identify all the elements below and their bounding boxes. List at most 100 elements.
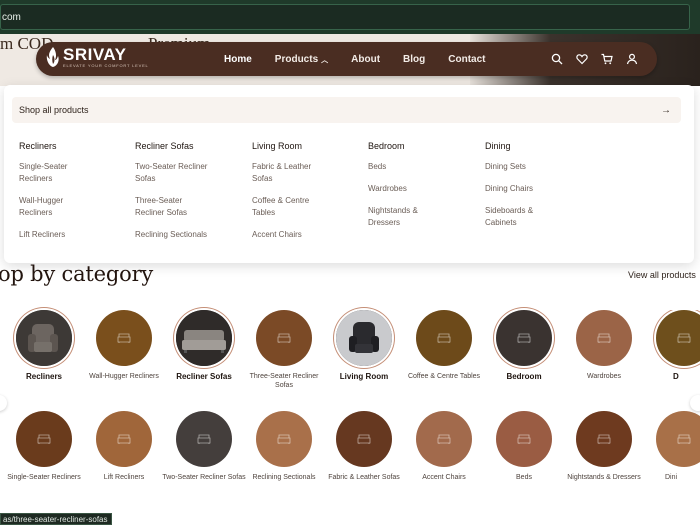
category-card[interactable]: Accent Chairs (402, 411, 486, 482)
sofa-placeholder-icon (277, 434, 291, 444)
nav-products[interactable]: Products ︿ (275, 54, 328, 65)
category-card[interactable]: Dini (642, 411, 700, 482)
category-label: Single-Seater Recliners (7, 474, 81, 481)
menu-heading[interactable]: Dining (485, 141, 595, 151)
menu-heading[interactable]: Recliners (19, 141, 129, 151)
category-label: D (673, 372, 679, 381)
category-image (176, 411, 232, 467)
shop-all-products-link[interactable]: Shop all products → (12, 97, 681, 123)
nav-icons (539, 42, 639, 76)
menu-heading[interactable]: Living Room (252, 141, 362, 151)
menu-item[interactable]: Fabric & Leather Sofas (252, 161, 327, 185)
category-card[interactable]: D (642, 310, 700, 381)
menu-item[interactable]: Dining Sets (485, 161, 595, 173)
heart-icon[interactable] (575, 52, 589, 66)
sofa-placeholder-icon (357, 434, 371, 444)
category-card[interactable]: Bedroom (482, 310, 566, 381)
menu-item[interactable]: Nightstands & Dressers (368, 205, 430, 229)
menu-item[interactable]: Sideboards & Cabinets (485, 205, 547, 229)
category-label: Accent Chairs (422, 474, 466, 481)
sofa-placeholder-icon (117, 333, 131, 343)
category-image (96, 411, 152, 467)
category-card[interactable]: Fabric & Leather Sofas (322, 411, 406, 482)
sofa-placeholder-icon (677, 434, 691, 444)
category-card[interactable]: Three-Seater Recliner Sofas (242, 310, 326, 390)
menu-column-bedroom: Bedroom Beds Wardrobes Nightstands & Dre… (368, 141, 478, 239)
nav-about[interactable]: About (351, 54, 380, 65)
category-label: Bedroom (506, 372, 542, 381)
menu-item[interactable]: Single-Seater Recliners (19, 161, 89, 185)
menu-item[interactable]: Coffee & Centre Tables (252, 195, 327, 219)
category-label: Living Room (339, 372, 389, 381)
sofa-placeholder-icon (437, 434, 451, 444)
category-image (576, 310, 632, 366)
search-icon[interactable] (550, 52, 564, 66)
category-card[interactable]: Single-Seater Recliners (2, 411, 86, 482)
category-image (656, 310, 700, 366)
sofa-placeholder-icon (677, 333, 691, 343)
category-label: Coffee & Centre Tables (407, 373, 481, 380)
category-label: Recliners (25, 372, 63, 381)
recliner-photo (16, 310, 72, 366)
category-label: Wardrobes (587, 373, 621, 380)
sofa-placeholder-icon (517, 333, 531, 343)
menu-item[interactable]: Two-Seater Recliner Sofas (135, 161, 220, 185)
category-card[interactable]: Beds (482, 411, 566, 482)
user-icon[interactable] (625, 52, 639, 66)
sofa-placeholder-icon (597, 434, 611, 444)
nav-home[interactable]: Home (224, 54, 252, 65)
category-image (16, 411, 72, 467)
brand-logo[interactable]: SRIVAY ELEVATE YOUR COMFORT LEVEL (46, 46, 149, 68)
menu-item[interactable]: Wardrobes (368, 183, 478, 195)
menu-heading[interactable]: Recliner Sofas (135, 141, 245, 151)
category-card[interactable]: Recliners (2, 310, 86, 381)
nav-contact[interactable]: Contact (448, 54, 485, 65)
category-card[interactable]: Coffee & Centre Tables (402, 310, 486, 381)
menu-heading[interactable]: Bedroom (368, 141, 478, 151)
category-image (256, 310, 312, 366)
category-card[interactable]: Nightstands & Dressers (562, 411, 646, 482)
category-card[interactable]: Two-Seater Recliner Sofas (162, 411, 246, 482)
view-all-products-link[interactable]: View all products (628, 270, 696, 280)
category-label: Lift Recliners (103, 474, 145, 481)
category-card[interactable]: Lift Recliners (82, 411, 166, 482)
sofa-photo (176, 310, 232, 366)
menu-item[interactable]: Three-Seater Recliner Sofas (135, 195, 205, 219)
menu-item[interactable]: Beds (368, 161, 478, 173)
category-card[interactable]: Living Room (322, 310, 406, 381)
nav-products-label: Products (274, 53, 319, 65)
category-label: Beds (516, 474, 532, 481)
status-link-preview: as/three-seater-recliner-sofas (0, 513, 113, 525)
category-image (256, 411, 312, 467)
sofa-placeholder-icon (437, 333, 451, 343)
menu-item[interactable]: Wall-Hugger Recliners (19, 195, 89, 219)
menu-item[interactable]: Dining Chairs (485, 183, 595, 195)
category-card[interactable]: Recliner Sofas (162, 310, 246, 381)
menu-item[interactable]: Reclining Sectionals (135, 229, 245, 241)
brand-tagline: ELEVATE YOUR COMFORT LEVEL (63, 63, 149, 68)
category-label: Wall-Hugger Recliners (89, 373, 159, 380)
sofa-placeholder-icon (197, 434, 211, 444)
category-card[interactable]: Reclining Sectionals (242, 411, 326, 482)
sofa-placeholder-icon (517, 434, 531, 444)
products-mega-menu: Shop all products → Recliners Single-Sea… (4, 85, 694, 263)
sofa-placeholder-icon (597, 333, 611, 343)
carousel-prev-button[interactable] (0, 395, 7, 411)
category-label: Dini (665, 474, 678, 481)
cart-icon[interactable] (600, 52, 614, 66)
category-image (576, 411, 632, 467)
nav-blog[interactable]: Blog (403, 54, 425, 65)
category-card[interactable]: Wall-Hugger Recliners (82, 310, 166, 381)
category-card[interactable]: Wardrobes (562, 310, 646, 381)
flame-logo-icon (46, 47, 59, 67)
category-label: Fabric & Leather Sofas (328, 474, 400, 481)
carousel-next-button[interactable] (690, 395, 700, 411)
address-bar[interactable] (0, 4, 690, 30)
section-title: op by category (0, 262, 154, 286)
category-label: Two-Seater Recliner Sofas (162, 474, 246, 481)
menu-item[interactable]: Accent Chairs (252, 229, 362, 241)
menu-column-recliners: Recliners Single-Seater Recliners Wall-H… (19, 141, 129, 251)
menu-item[interactable]: Lift Recliners (19, 229, 129, 241)
category-image (16, 310, 72, 366)
menu-column-dining: Dining Dining Sets Dining Chairs Sideboa… (485, 141, 595, 239)
